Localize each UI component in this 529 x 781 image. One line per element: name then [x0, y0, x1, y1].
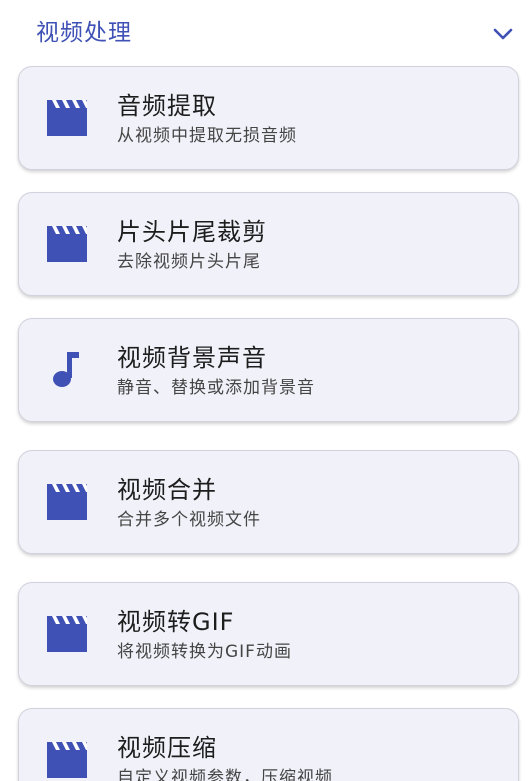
clapperboard-icon	[47, 616, 87, 652]
tool-card-title: 视频转GIF	[117, 608, 235, 636]
tool-card-video-compress[interactable]: 视频压缩 自定义视频参数，压缩视频	[18, 708, 519, 781]
tool-card-subtitle: 将视频转换为GIF动画	[117, 642, 292, 662]
clapperboard-icon	[47, 742, 87, 778]
tool-card-background-sound[interactable]: 视频背景声音 静音、替换或添加背景音	[18, 318, 519, 422]
music-note-icon	[53, 352, 79, 387]
tool-card-subtitle: 从视频中提取无损音频	[117, 126, 297, 146]
chevron-down-icon[interactable]	[491, 22, 515, 46]
tool-card-audio-extract[interactable]: 音频提取 从视频中提取无损音频	[18, 66, 519, 170]
tool-card-subtitle: 自定义视频参数，压缩视频	[117, 768, 333, 781]
clapperboard-icon	[47, 100, 87, 136]
tool-card-title: 片头片尾裁剪	[117, 218, 267, 246]
tool-card-title: 视频压缩	[117, 734, 217, 762]
clapperboard-icon	[47, 226, 87, 262]
tools-page: 视频处理 音频提取 从视频中提取无损音频 片头片尾裁剪 去除视频片头片尾 视频背	[0, 0, 529, 781]
tool-card-video-merge[interactable]: 视频合并 合并多个视频文件	[18, 450, 519, 554]
tool-card-trim-intro-outro[interactable]: 片头片尾裁剪 去除视频片头片尾	[18, 192, 519, 296]
clapperboard-icon	[47, 484, 87, 520]
tool-card-title: 音频提取	[117, 92, 217, 120]
tool-card-video-to-gif[interactable]: 视频转GIF 将视频转换为GIF动画	[18, 582, 519, 686]
section-title: 视频处理	[36, 20, 132, 46]
section-header-video-processing[interactable]: 视频处理	[0, 0, 529, 66]
tool-card-subtitle: 去除视频片头片尾	[117, 252, 261, 272]
tool-card-title: 视频合并	[117, 476, 217, 504]
tool-card-subtitle: 静音、替换或添加背景音	[117, 378, 315, 398]
tool-card-title: 视频背景声音	[117, 344, 267, 372]
tool-card-subtitle: 合并多个视频文件	[117, 510, 261, 530]
